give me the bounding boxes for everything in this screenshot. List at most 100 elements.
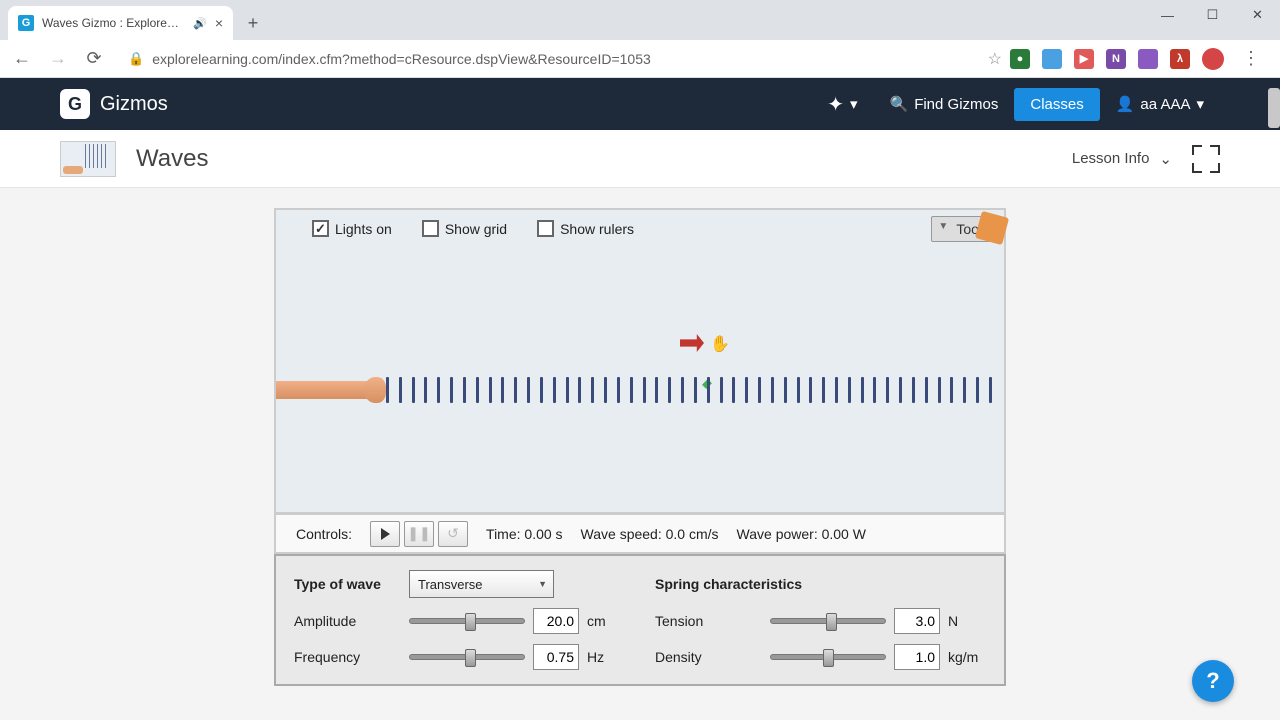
amplitude-input[interactable] xyxy=(533,608,579,634)
chevron-down-icon: ⌄ xyxy=(1159,150,1172,168)
address-bar: ← → ⟳ 🔒 explorelearning.com/index.cfm?me… xyxy=(0,40,1280,78)
playback-buttons: ❚❚ ↺ xyxy=(370,521,468,547)
ext-icon-5[interactable] xyxy=(1138,49,1158,69)
slider-thumb[interactable] xyxy=(465,613,476,631)
parameter-panel: Type of wave Transverse Spring character… xyxy=(274,554,1006,686)
tension-label: Tension xyxy=(655,613,760,629)
ext-icon-6[interactable]: λ xyxy=(1170,49,1190,69)
show-rulers-label: Show rulers xyxy=(560,221,634,237)
slider-thumb[interactable] xyxy=(823,649,834,667)
wave-type-dropdown[interactable]: Transverse xyxy=(409,570,554,598)
ext-icon-3[interactable]: ▶ xyxy=(1074,49,1094,69)
density-slider[interactable] xyxy=(770,654,886,660)
hand-graphic[interactable] xyxy=(276,373,386,407)
frequency-label: Frequency xyxy=(294,649,399,665)
scrollbar[interactable] xyxy=(1268,88,1280,128)
search-icon: 🔍 xyxy=(890,95,909,113)
amplitude-row: Amplitude cm xyxy=(294,608,625,634)
show-grid-checkbox[interactable]: Show grid xyxy=(422,220,507,237)
fullscreen-button[interactable] xyxy=(1192,145,1220,173)
close-window-button[interactable]: ✕ xyxy=(1235,0,1280,30)
tension-row: Tension N xyxy=(655,608,986,634)
profile-avatar[interactable] xyxy=(1202,48,1224,70)
density-input[interactable] xyxy=(894,644,940,670)
reload-button[interactable]: ⟳ xyxy=(80,45,108,73)
type-of-wave-row: Type of wave Transverse xyxy=(294,570,625,598)
content-area: Lights on Show grid Show rulers Tools ✋ xyxy=(0,188,1280,720)
browser-tab[interactable]: G Waves Gizmo : ExploreLearni 🔊 × xyxy=(8,6,233,40)
wave-type-value: Transverse xyxy=(418,577,483,592)
amplitude-slider[interactable] xyxy=(409,618,525,624)
tab-title: Waves Gizmo : ExploreLearni xyxy=(42,16,185,30)
classes-label: Classes xyxy=(1030,96,1083,113)
gizmo-frame: Lights on Show grid Show rulers Tools ✋ xyxy=(274,208,1006,700)
close-tab-icon[interactable]: × xyxy=(215,15,223,31)
checkbox-icon xyxy=(422,220,439,237)
tension-input[interactable] xyxy=(894,608,940,634)
app-header: G Gizmos ✦▾ 🔍Find Gizmos Classes 👤aa AAA… xyxy=(0,78,1280,130)
ext-icon-2[interactable] xyxy=(1042,49,1062,69)
tension-slider[interactable] xyxy=(770,618,886,624)
ext-icon-1[interactable]: ● xyxy=(1010,49,1030,69)
ext-icon-4[interactable]: N xyxy=(1106,49,1126,69)
reset-button[interactable]: ↺ xyxy=(438,521,468,547)
controls-label: Controls: xyxy=(296,526,352,542)
page-title-bar: Waves Lesson Info ⌄ xyxy=(0,130,1280,188)
lights-on-checkbox[interactable]: Lights on xyxy=(312,220,392,237)
gizmo-thumbnail xyxy=(60,141,116,177)
extension-icons: ● ▶ N λ ⋮ xyxy=(1010,48,1272,70)
user-icon: 👤 xyxy=(1116,95,1135,113)
play-icon xyxy=(381,528,390,540)
density-row: Density kg/m xyxy=(655,644,986,670)
spring-coils xyxy=(386,376,996,404)
sparkle-icon: ✦ xyxy=(827,92,844,117)
sim-toolbar: Lights on Show grid Show rulers xyxy=(276,210,1004,247)
help-button[interactable]: ? xyxy=(1192,660,1234,702)
spring-characteristics-head: Spring characteristics xyxy=(655,570,986,598)
logo-text[interactable]: Gizmos xyxy=(100,93,168,116)
slider-thumb[interactable] xyxy=(826,613,837,631)
show-rulers-checkbox[interactable]: Show rulers xyxy=(537,220,634,237)
wave-power-readout: Wave power: 0.00 W xyxy=(737,526,866,542)
browser-menu-icon[interactable]: ⋮ xyxy=(1236,48,1266,69)
user-menu[interactable]: 👤aa AAA▾ xyxy=(1100,95,1220,113)
find-gizmos-label: Find Gizmos xyxy=(914,96,998,113)
classes-button[interactable]: Classes xyxy=(1014,88,1099,121)
frequency-row: Frequency Hz xyxy=(294,644,625,670)
lock-icon: 🔒 xyxy=(128,51,144,67)
bookmark-star-icon[interactable]: ☆ xyxy=(988,49,1002,69)
frequency-input[interactable] xyxy=(533,644,579,670)
simulation-canvas: Lights on Show grid Show rulers Tools ✋ xyxy=(274,208,1006,514)
amplitude-label: Amplitude xyxy=(294,613,399,629)
url-text: explorelearning.com/index.cfm?method=cRe… xyxy=(152,51,651,67)
play-button[interactable] xyxy=(370,521,400,547)
checkbox-icon xyxy=(537,220,554,237)
red-arrow-marker[interactable] xyxy=(680,334,704,352)
density-unit: kg/m xyxy=(948,649,986,665)
forward-button[interactable]: → xyxy=(44,45,72,73)
url-field[interactable]: 🔒 explorelearning.com/index.cfm?method=c… xyxy=(116,44,980,74)
pause-button[interactable]: ❚❚ xyxy=(404,521,434,547)
help-icon: ? xyxy=(1206,668,1219,694)
density-label: Density xyxy=(655,649,760,665)
spring-visualization[interactable] xyxy=(276,370,996,410)
sparkle-menu[interactable]: ✦▾ xyxy=(811,92,873,117)
maximize-button[interactable]: ☐ xyxy=(1190,0,1235,30)
show-grid-label: Show grid xyxy=(445,221,507,237)
minimize-button[interactable]: — xyxy=(1145,0,1190,30)
type-of-wave-label: Type of wave xyxy=(294,576,399,592)
checkbox-icon xyxy=(312,220,329,237)
audio-icon[interactable]: 🔊 xyxy=(193,17,207,30)
lesson-info-dropdown[interactable]: Lesson Info ⌄ xyxy=(1072,150,1172,168)
new-tab-button[interactable]: + xyxy=(239,9,267,37)
chevron-down-icon: ▾ xyxy=(850,95,858,113)
find-gizmos-link[interactable]: 🔍 Find Gizmos xyxy=(874,95,1015,113)
back-button[interactable]: ← xyxy=(8,45,36,73)
slider-thumb[interactable] xyxy=(465,649,476,667)
frequency-slider[interactable] xyxy=(409,654,525,660)
amplitude-unit: cm xyxy=(587,613,625,629)
logo-icon[interactable]: G xyxy=(60,89,90,119)
lights-on-label: Lights on xyxy=(335,221,392,237)
window-controls: — ☐ ✕ xyxy=(1145,0,1280,30)
wave-speed-readout: Wave speed: 0.0 cm/s xyxy=(581,526,719,542)
